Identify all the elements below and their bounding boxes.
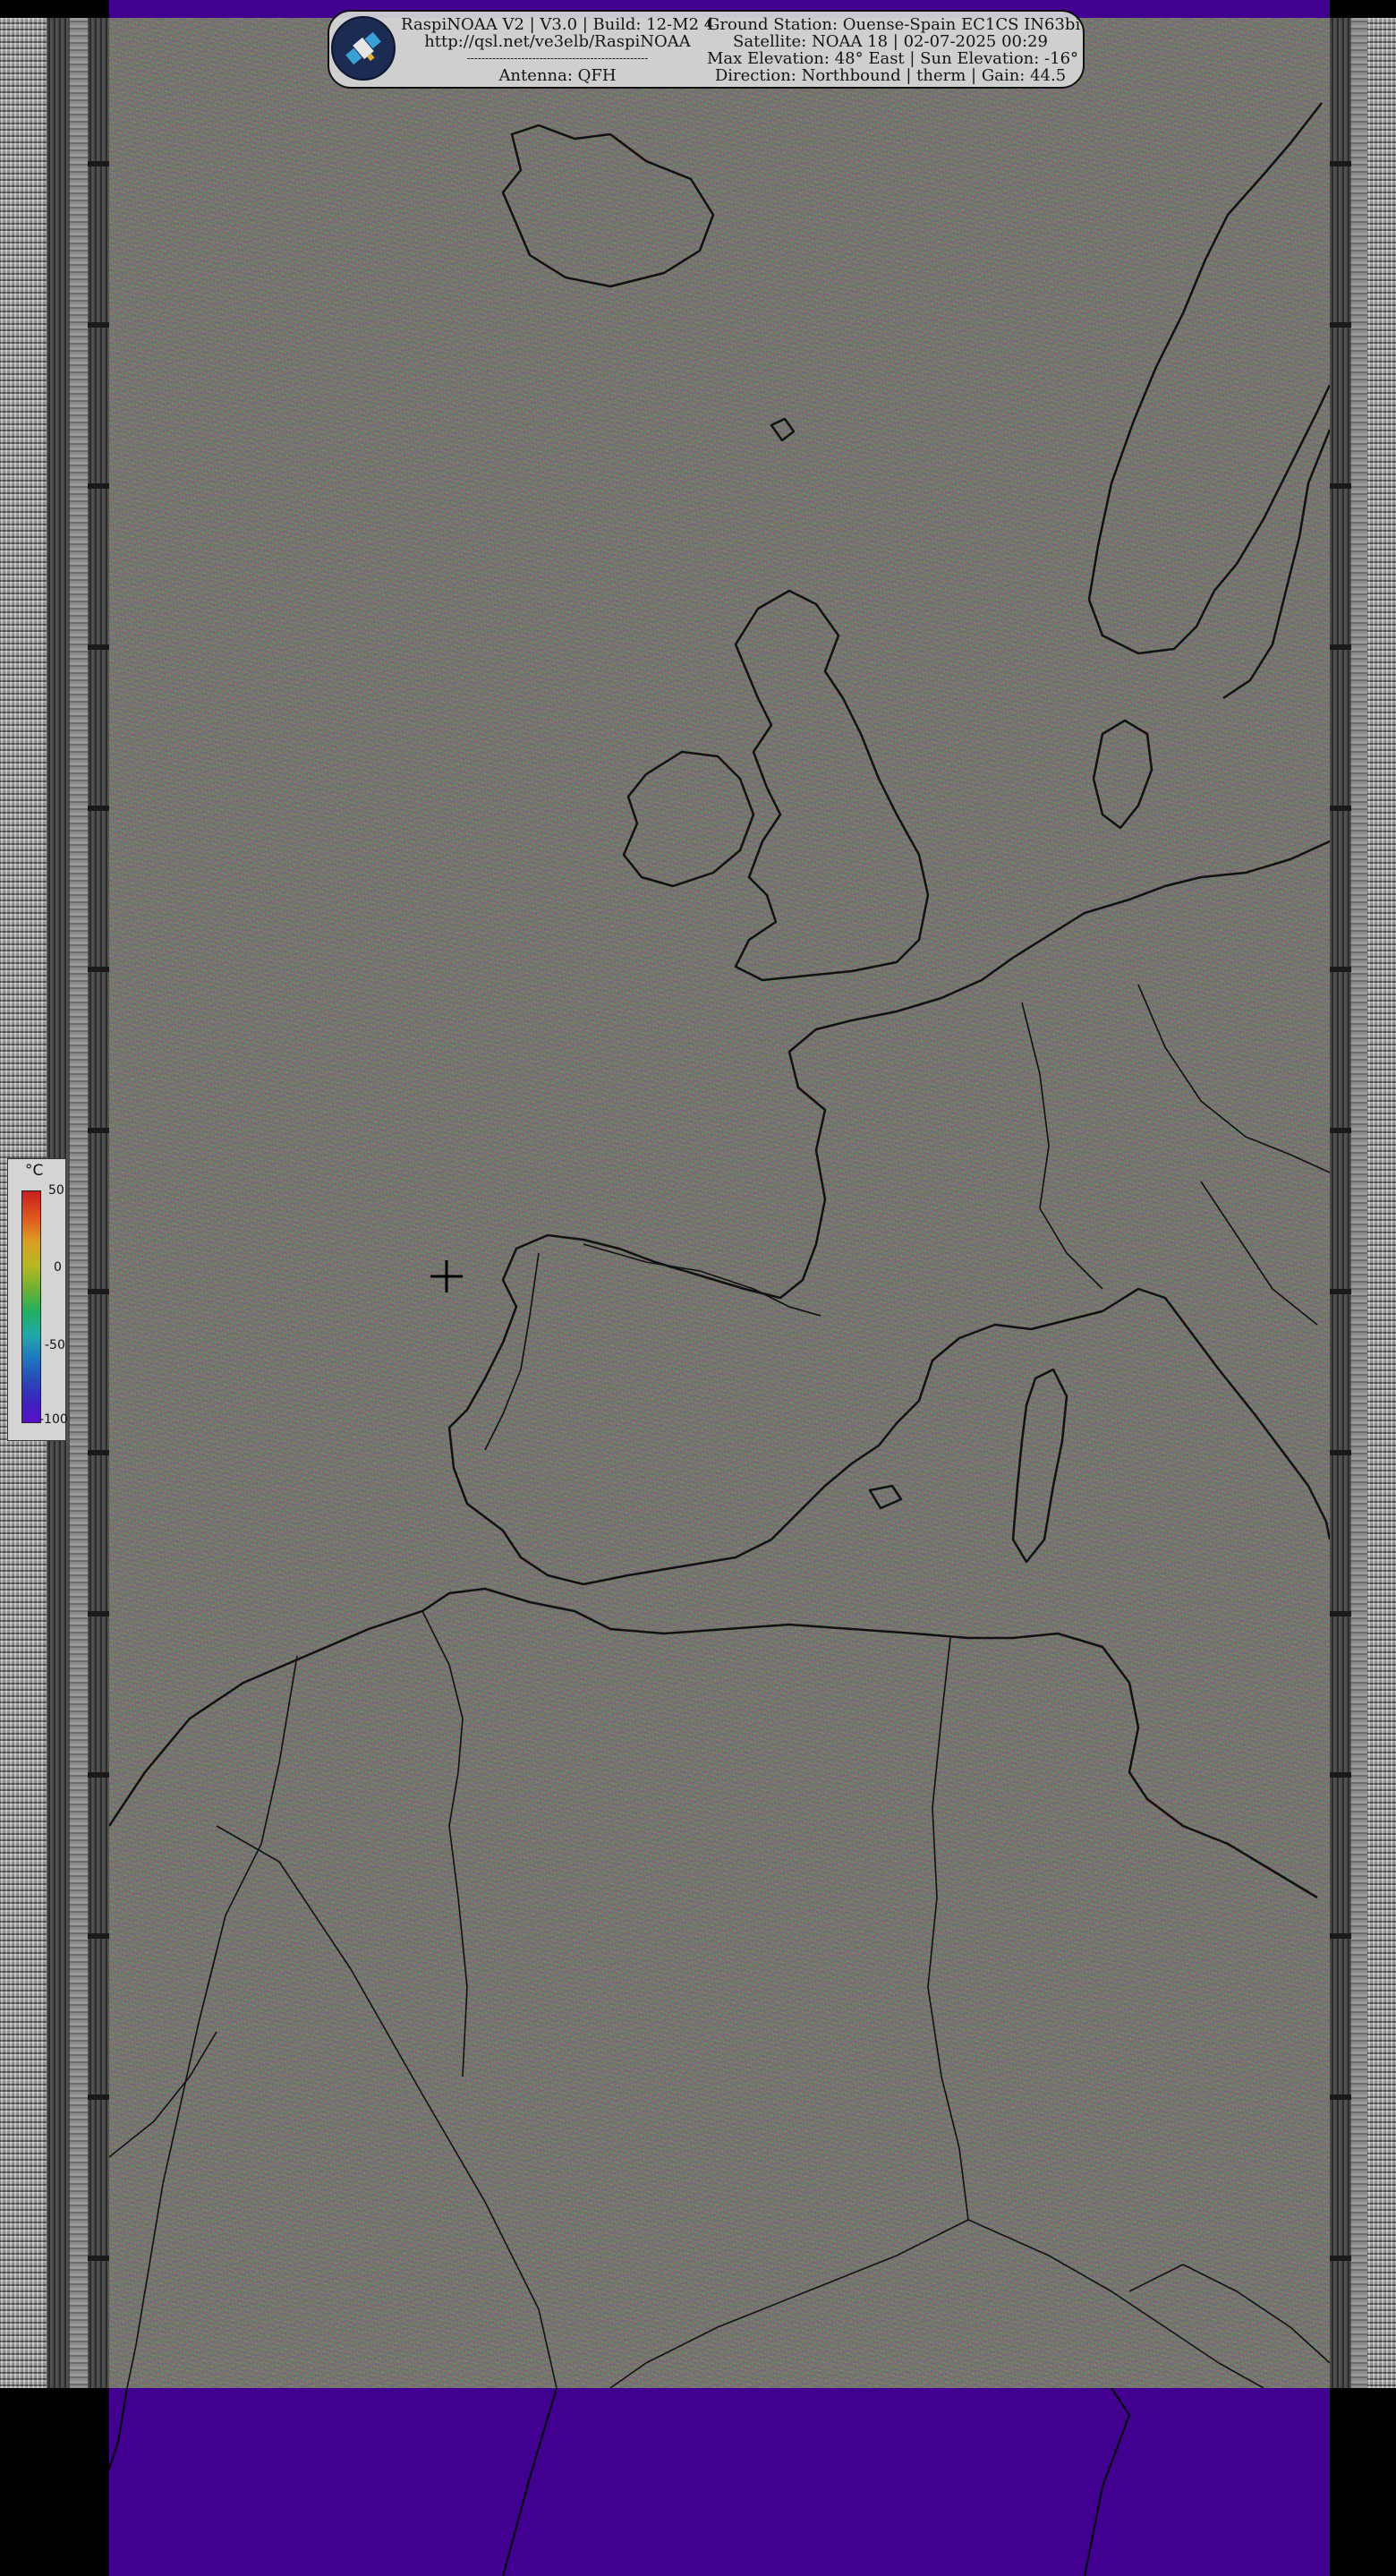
coastline-europe-west [447,840,1330,1586]
header-left-separator: ----------------------------------------… [466,52,649,64]
minute-marker-tick [88,1128,109,1133]
coastline-sweden [1222,429,1330,700]
coastline-france-med [917,1309,1103,1402]
right-marker-strip [1330,18,1351,2388]
satellite-image [109,18,1330,2388]
header-left-line-1: RaspiNOAA V2 | V3.0 | Build: 12-M2 4 [401,15,715,34]
satellite-icon [331,16,396,81]
scale-unit: °C [25,1162,44,1180]
scale-label-minus-100: -100 [39,1412,68,1427]
scale-label-50: 50 [48,1183,64,1198]
right-telemetry-noise [1367,18,1396,2388]
minute-marker-tick [88,2256,109,2261]
minute-marker-tick [1330,1450,1351,1455]
minute-marker-tick [1330,161,1351,166]
coastline-iceland [501,124,715,288]
coastline-scandinavia [1087,102,1330,655]
minute-marker-tick [88,322,109,328]
minute-marker-tick [88,644,109,650]
minute-marker-tick [1330,2094,1351,2100]
minute-marker-tick [1330,1289,1351,1294]
minute-marker-tick [1330,806,1351,811]
minute-marker-tick [88,1772,109,1778]
minute-marker-tick [88,2094,109,2100]
header-right-line-4: Direction: Northbound | therm | Gain: 44… [714,66,1067,85]
right-telemetry-strip [1351,18,1367,2388]
coastline-denmark [1092,719,1153,830]
minute-marker-tick [88,967,109,972]
crosshair-icon [430,1260,463,1292]
minute-marker-tick [88,1450,109,1455]
coastline-ireland [622,750,755,888]
header-right-line-1: Ground Station: Ouense-Spain EC1CS IN63b… [707,15,1081,34]
map-overlay [109,102,1330,2388]
coastline-corsica-sardinia [1011,1368,1068,1564]
minute-marker-tick [1330,2256,1351,2261]
border-western-sahara [126,1950,217,2388]
national-borders [109,984,1330,2388]
minute-marker-tick [1330,322,1351,328]
header-left-line-4: Antenna: QFH [498,66,617,85]
scale-label-0: 0 [54,1260,62,1275]
header-right-line-3: Max Elevation: 48° East | Sun Elevation:… [707,49,1079,68]
coastline-great-britain [734,589,930,982]
minute-marker-tick [1330,1611,1351,1616]
coastline-iberia-south [583,1400,920,1586]
left-marker-strip [88,18,109,2388]
scale-gradient-bar [21,1190,41,1423]
minute-marker-tick [1330,1772,1351,1778]
minute-marker-tick [1330,1933,1351,1939]
minute-marker-tick [88,806,109,811]
header-right-line-2: Satellite: NOAA 18 | 02-07-2025 00:29 [733,32,1048,51]
minute-marker-tick [1330,1128,1351,1133]
coastline-italy [1102,1287,1330,1540]
minute-marker-tick [1330,967,1351,972]
header-left-line-2: http://qsl.net/ve3elb/RaspiNOAA [424,32,691,51]
coastline-balearic [868,1484,903,1510]
minute-marker-tick [88,1611,109,1616]
left-telemetry-strip [70,18,88,2388]
bottom-band-borders [109,2388,1131,2576]
minute-marker-tick [88,1289,109,1294]
image-root: RaspiNOAA V2 | V3.0 | Build: 12-M2 4 htt… [0,0,1396,2576]
coastline-north-africa [109,1587,1318,1899]
minute-marker-tick [88,483,109,489]
coastline-faroe [770,417,796,442]
minute-marker-tick [1330,644,1351,650]
bottom-band [109,2388,1330,2576]
minute-marker-tick [88,161,109,166]
minute-marker-tick [1330,483,1351,489]
scale-label-minus-50: -50 [45,1338,65,1352]
minute-marker-tick [88,1933,109,1939]
